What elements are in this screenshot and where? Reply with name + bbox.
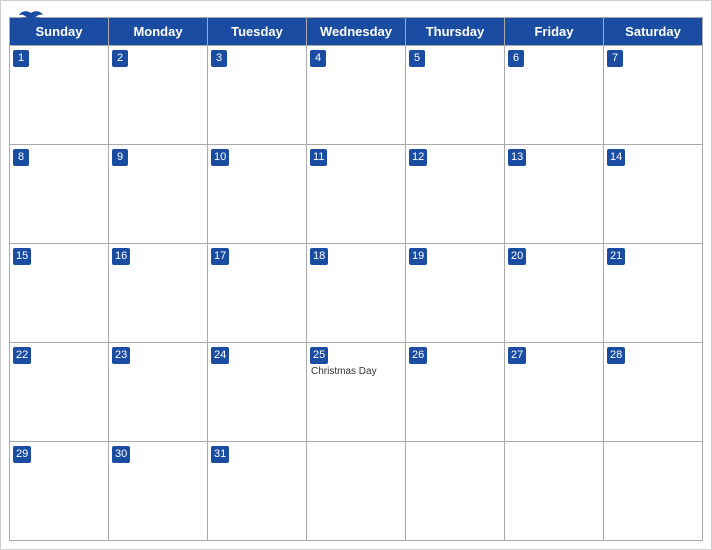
day-number: 5 bbox=[409, 50, 425, 67]
day-number: 4 bbox=[310, 50, 326, 67]
day-number: 7 bbox=[607, 50, 623, 67]
day-cell: 3 bbox=[208, 46, 307, 145]
day-number: 28 bbox=[607, 347, 625, 364]
day-cell: 27 bbox=[505, 343, 604, 442]
day-cell: 15 bbox=[10, 244, 109, 343]
day-number: 13 bbox=[508, 149, 526, 166]
day-number: 29 bbox=[13, 446, 31, 463]
day-number: 19 bbox=[409, 248, 427, 265]
day-number: 23 bbox=[112, 347, 130, 364]
day-cell: 7 bbox=[604, 46, 703, 145]
day-cell: 2 bbox=[109, 46, 208, 145]
day-number: 2 bbox=[112, 50, 128, 67]
day-number: 8 bbox=[13, 149, 29, 166]
day-cell: 1 bbox=[10, 46, 109, 145]
day-number: 15 bbox=[13, 248, 31, 265]
week-row-3: 15 16 17 18 19 20 21 bbox=[10, 244, 703, 343]
day-cell: 23 bbox=[109, 343, 208, 442]
day-number: 21 bbox=[607, 248, 625, 265]
header-saturday: Saturday bbox=[604, 18, 703, 46]
day-cell: 8 bbox=[10, 145, 109, 244]
day-number: 27 bbox=[508, 347, 526, 364]
day-number: 24 bbox=[211, 347, 229, 364]
day-cell: 0 bbox=[505, 442, 604, 541]
day-number: 31 bbox=[211, 446, 229, 463]
day-number: 12 bbox=[409, 149, 427, 166]
day-cell: 25 Christmas Day bbox=[307, 343, 406, 442]
day-number: 3 bbox=[211, 50, 227, 67]
event-label: Christmas Day bbox=[310, 366, 402, 377]
day-cell: 0 bbox=[307, 442, 406, 541]
header-thursday: Thursday bbox=[406, 18, 505, 46]
calendar-grid: Sunday Monday Tuesday Wednesday Thursday… bbox=[9, 17, 703, 541]
day-cell: 26 bbox=[406, 343, 505, 442]
day-number: 26 bbox=[409, 347, 427, 364]
day-cell: 10 bbox=[208, 145, 307, 244]
header-wednesday: Wednesday bbox=[307, 18, 406, 46]
day-number: 16 bbox=[112, 248, 130, 265]
day-number: 11 bbox=[310, 149, 327, 166]
day-cell: 24 bbox=[208, 343, 307, 442]
day-cell: 0 bbox=[406, 442, 505, 541]
day-cell: 4 bbox=[307, 46, 406, 145]
day-number: 1 bbox=[13, 50, 29, 67]
day-number: 10 bbox=[211, 149, 229, 166]
day-cell: 14 bbox=[604, 145, 703, 244]
day-cell: 22 bbox=[10, 343, 109, 442]
week-row-4: 22 23 24 25 Christmas Day 26 27 28 bbox=[10, 343, 703, 442]
day-cell: 28 bbox=[604, 343, 703, 442]
week-row-1: 1 2 3 4 5 6 7 bbox=[10, 46, 703, 145]
day-cell: 20 bbox=[505, 244, 604, 343]
calendar-header bbox=[1, 1, 711, 17]
day-headers: Sunday Monday Tuesday Wednesday Thursday… bbox=[10, 18, 703, 46]
day-cell: 12 bbox=[406, 145, 505, 244]
day-cell: 13 bbox=[505, 145, 604, 244]
calendar-container: Sunday Monday Tuesday Wednesday Thursday… bbox=[0, 0, 712, 550]
day-cell: 6 bbox=[505, 46, 604, 145]
header-tuesday: Tuesday bbox=[208, 18, 307, 46]
day-cell: 17 bbox=[208, 244, 307, 343]
logo bbox=[17, 9, 47, 29]
weeks: 1234567891011121314151617181920212223242… bbox=[10, 46, 703, 541]
day-number: 18 bbox=[310, 248, 328, 265]
week-row-5: 2930310000 bbox=[10, 442, 703, 541]
day-cell: 9 bbox=[109, 145, 208, 244]
day-number: 20 bbox=[508, 248, 526, 265]
day-number: 25 bbox=[310, 347, 328, 364]
day-number: 14 bbox=[607, 149, 625, 166]
day-cell: 5 bbox=[406, 46, 505, 145]
day-number: 30 bbox=[112, 446, 130, 463]
day-cell: 11 bbox=[307, 145, 406, 244]
logo-bird-icon bbox=[17, 9, 45, 29]
day-cell: 16 bbox=[109, 244, 208, 343]
header-friday: Friday bbox=[505, 18, 604, 46]
day-cell: 30 bbox=[109, 442, 208, 541]
day-cell: 21 bbox=[604, 244, 703, 343]
header-monday: Monday bbox=[109, 18, 208, 46]
week-row-2: 8 9 10 11 12 13 14 bbox=[10, 145, 703, 244]
day-number: 9 bbox=[112, 149, 128, 166]
day-number: 6 bbox=[508, 50, 524, 67]
day-cell: 31 bbox=[208, 442, 307, 541]
day-cell: 18 bbox=[307, 244, 406, 343]
day-cell: 19 bbox=[406, 244, 505, 343]
day-cell: 29 bbox=[10, 442, 109, 541]
day-cell: 0 bbox=[604, 442, 703, 541]
day-number: 22 bbox=[13, 347, 31, 364]
day-number: 17 bbox=[211, 248, 229, 265]
